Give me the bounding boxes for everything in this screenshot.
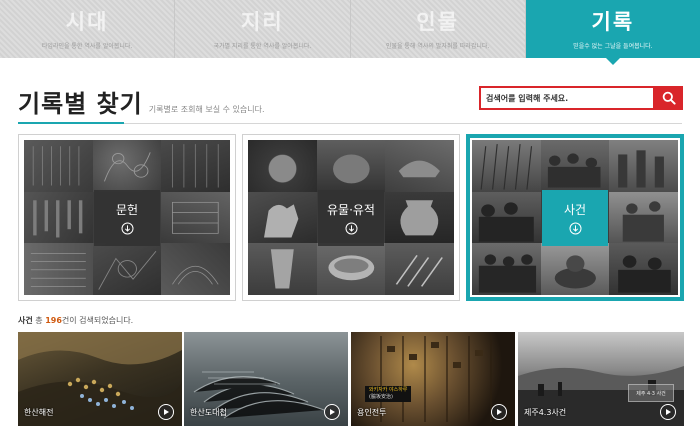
play-button[interactable] xyxy=(660,404,676,420)
mosaic-tile xyxy=(609,140,678,192)
play-icon xyxy=(330,409,335,415)
event-thumbnail-hansando[interactable]: 한산도대첩 xyxy=(184,332,348,426)
events-mosaic: 사건 xyxy=(472,140,678,295)
tab-records-title: 기록 xyxy=(591,10,635,34)
play-button[interactable] xyxy=(324,404,340,420)
mosaic-tile xyxy=(248,191,317,244)
heading-divider xyxy=(124,123,682,124)
mosaic-tile xyxy=(316,140,386,192)
category-label: 유물·유적 xyxy=(327,202,375,217)
search-input[interactable] xyxy=(486,93,653,103)
mosaic-tile xyxy=(248,243,317,295)
tab-geography-title: 지리 xyxy=(241,10,284,34)
play-icon xyxy=(497,409,502,415)
mosaic-tile xyxy=(540,243,610,295)
mosaic-tile xyxy=(385,243,454,295)
top-tab-nav: 시대 타임라인을 통한 역사를 알아봅니다. 지리 국가별 지리를 통한 역사를… xyxy=(0,0,700,65)
mosaic-tile xyxy=(540,140,610,192)
heading-underline xyxy=(18,122,124,124)
event-thumbnail-yongin-battle[interactable]: 와키자카 야스하루 (脇坂安治) 용인전투 xyxy=(351,332,515,426)
mosaic-tile xyxy=(161,191,230,244)
result-count-number: 196 xyxy=(45,316,62,325)
mosaic-tile xyxy=(161,243,230,295)
artifacts-mosaic: 유물·유적 xyxy=(248,140,454,295)
mosaic-tile xyxy=(92,140,162,192)
result-total-label: 총 xyxy=(32,316,46,325)
category-label-box: 사건 xyxy=(542,189,608,246)
event-thumbnail-jeju-43[interactable]: 제주 4·3 사건 제주4.3사건 xyxy=(518,332,684,426)
tab-era-desc: 타임라인을 통한 역사를 알아봅니다. xyxy=(41,43,133,50)
video-caption: 와키자카 야스하루 (脇坂安治) xyxy=(365,386,412,402)
mosaic-tile xyxy=(316,243,386,295)
play-button[interactable] xyxy=(491,404,507,420)
tab-people[interactable]: 인물 인물을 통해 역사의 발자취를 따라갑니다. xyxy=(350,0,526,58)
mosaic-tile xyxy=(609,243,678,295)
video-inner-sign: 제주 4·3 사건 xyxy=(628,384,674,402)
event-title: 한산해전 xyxy=(24,408,54,417)
tab-people-title: 인물 xyxy=(416,10,459,34)
mosaic-tile xyxy=(385,191,454,244)
event-title: 용인전투 xyxy=(357,408,387,417)
mosaic-tile xyxy=(248,140,317,192)
caption-line-2: (脇坂安治) xyxy=(369,394,393,400)
mosaic-tile xyxy=(472,243,541,295)
category-label-box: 유물·유적 xyxy=(318,189,384,246)
active-tab-pointer xyxy=(605,58,620,65)
category-card-artifacts[interactable]: 유물·유적 xyxy=(242,134,460,301)
category-label: 문헌 xyxy=(115,202,139,217)
category-card-documents[interactable]: 문헌 xyxy=(18,134,236,301)
tab-records[interactable]: 기록 믿을수 없는 그날을 들여봅니다. xyxy=(525,0,700,65)
category-label: 사건 xyxy=(563,202,587,217)
arrow-down-circle-icon xyxy=(121,222,133,234)
mosaic-tile xyxy=(472,191,541,244)
page-title: 기록별 찾기 xyxy=(18,90,143,118)
mosaic-tile xyxy=(24,243,93,295)
play-icon xyxy=(666,409,671,415)
tab-era-title: 시대 xyxy=(65,10,109,34)
play-button[interactable] xyxy=(158,404,174,420)
mosaic-tile xyxy=(24,191,93,244)
search-bar xyxy=(479,86,683,110)
mosaic-tile xyxy=(24,140,93,192)
category-card-events[interactable]: 사건 xyxy=(466,134,684,301)
search-box xyxy=(479,86,655,110)
search-icon xyxy=(662,91,676,105)
result-count: 사건 총 196건이 검색되었습니다. xyxy=(18,315,133,326)
mosaic-tile xyxy=(161,140,230,192)
caption-line-1: 와키자카 야스하루 xyxy=(369,387,408,393)
documents-mosaic: 문헌 xyxy=(24,140,230,295)
tab-geography-desc: 국가별 지리를 통한 역사를 알아봅니다. xyxy=(213,43,312,50)
mosaic-tile xyxy=(385,140,454,192)
mosaic-tile xyxy=(472,140,541,192)
tab-people-desc: 인물을 통해 역사의 발자취를 따라갑니다. xyxy=(385,43,490,50)
event-title: 한산도대첩 xyxy=(190,408,227,417)
arrow-down-circle-icon xyxy=(569,222,581,234)
mosaic-tile xyxy=(609,191,678,244)
result-suffix: 건이 검색되었습니다. xyxy=(61,316,134,325)
tab-geography[interactable]: 지리 국가별 지리를 통한 역사를 알아봅니다. xyxy=(175,0,351,58)
arrow-down-circle-icon xyxy=(345,222,357,234)
category-label-box: 문헌 xyxy=(94,189,160,246)
event-title: 제주4.3사건 xyxy=(524,408,567,417)
tab-records-desc: 믿을수 없는 그날을 들여봅니다. xyxy=(573,43,653,50)
event-thumbnail-hansan-battle[interactable]: 한산해전 xyxy=(18,332,182,426)
section-heading: 기록별 찾기 기록별로 조회해 보실 수 있습니다. xyxy=(18,84,265,119)
result-category: 사건 xyxy=(18,316,33,325)
page-subtitle: 기록별로 조회해 보실 수 있습니다. xyxy=(148,105,265,114)
tab-era[interactable]: 시대 타임라인을 통한 역사를 알아봅니다. xyxy=(0,0,176,58)
mosaic-tile xyxy=(92,243,162,295)
play-icon xyxy=(164,409,169,415)
search-button[interactable] xyxy=(655,86,683,110)
